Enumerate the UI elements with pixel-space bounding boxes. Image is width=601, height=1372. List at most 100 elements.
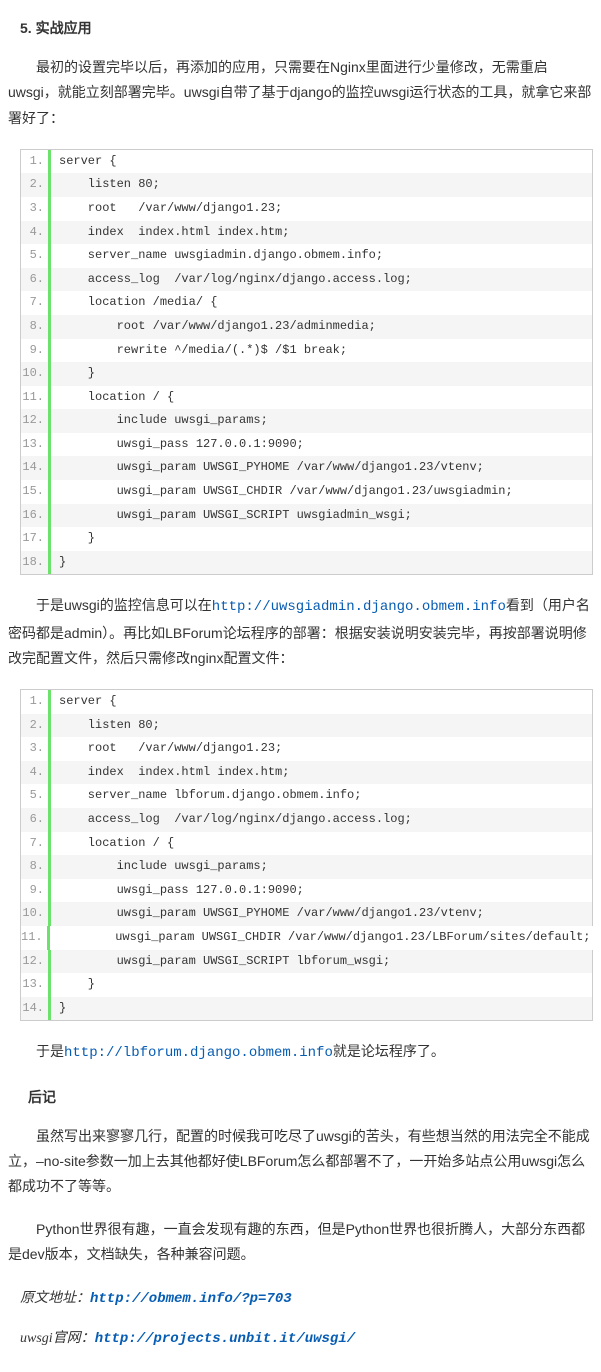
paragraph-2: 于是uwsgi的监控信息可以在http://uwsgiadmin.django.… — [8, 593, 593, 671]
line-number: 9. — [21, 879, 51, 903]
code-text: } — [51, 551, 592, 575]
uwsgi-official-link[interactable]: http://projects.unbit.it/uwsgi/ — [95, 1331, 355, 1347]
code-text: uwsgi_pass 127.0.0.1:9090; — [51, 879, 592, 903]
line-number: 1. — [21, 150, 51, 174]
code-text: uwsgi_param UWSGI_SCRIPT uwsgiadmin_wsgi… — [51, 504, 592, 528]
code-text: include uwsgi_params; — [51, 855, 592, 879]
line-number: 7. — [21, 291, 51, 315]
line-number: 18. — [21, 551, 51, 575]
code-line: 14.} — [21, 997, 592, 1021]
line-number: 14. — [21, 456, 51, 480]
line-number: 15. — [21, 480, 51, 504]
code-text: root /var/www/django1.23/adminmedia; — [51, 315, 592, 339]
line-number: 1. — [21, 690, 51, 714]
code-line: 1.server { — [21, 150, 592, 174]
reference-official: uwsgi官网：http://projects.unbit.it/uwsgi/ — [20, 1326, 593, 1352]
code-text: index index.html index.htm; — [51, 761, 592, 785]
code-text: location /media/ { — [51, 291, 592, 315]
line-number: 3. — [21, 197, 51, 221]
original-url-link[interactable]: http://obmem.info/?p=703 — [90, 1291, 292, 1307]
code-text: server_name lbforum.django.obmem.info; — [51, 784, 592, 808]
code-line: 9. rewrite ^/media/(.*)$ /$1 break; — [21, 339, 592, 363]
paragraph-4: 虽然写出来寥寥几行，配置的时候我可吃尽了uwsgi的苦头，有些想当然的用法完全不… — [8, 1124, 593, 1200]
line-number: 8. — [21, 315, 51, 339]
paragraph-5: Python世界很有趣，一直会发现有趣的东西，但是Python世界也很折腾人，大… — [8, 1217, 593, 1267]
line-number: 13. — [21, 433, 51, 457]
line-number: 12. — [21, 409, 51, 433]
code-text: listen 80; — [51, 714, 592, 738]
forum-link[interactable]: http://lbforum.django.obmem.info — [64, 1045, 333, 1061]
line-number: 4. — [21, 761, 51, 785]
code-text: access_log /var/log/nginx/django.access.… — [51, 808, 592, 832]
code-text: } — [51, 527, 592, 551]
code-text: } — [51, 362, 592, 386]
code-text: server { — [51, 150, 592, 174]
line-number: 7. — [21, 832, 51, 856]
code-text: server_name uwsgiadmin.django.obmem.info… — [51, 244, 592, 268]
code-text: } — [51, 973, 592, 997]
code-line: 18.} — [21, 551, 592, 575]
code-text: include uwsgi_params; — [51, 409, 592, 433]
code-text: location / { — [51, 386, 592, 410]
code-text: uwsgi_param UWSGI_PYHOME /var/www/django… — [51, 456, 592, 480]
code-line: 2. listen 80; — [21, 173, 592, 197]
line-number: 2. — [21, 714, 51, 738]
line-number: 8. — [21, 855, 51, 879]
reference-original: 原文地址：http://obmem.info/?p=703 — [20, 1286, 593, 1312]
line-number: 17. — [21, 527, 51, 551]
code-text: index index.html index.htm; — [51, 221, 592, 245]
line-number: 13. — [21, 973, 51, 997]
code-block-1: 1.server {2. listen 80;3. root /var/www/… — [20, 149, 593, 576]
line-number: 11. — [21, 926, 50, 950]
line-number: 4. — [21, 221, 51, 245]
code-line: 3. root /var/www/django1.23; — [21, 737, 592, 761]
text: 于是 — [36, 1043, 64, 1059]
code-line: 7. location / { — [21, 832, 592, 856]
code-line: 11. uwsgi_param UWSGI_CHDIR /var/www/dja… — [21, 926, 592, 950]
postscript-heading: 后记 — [28, 1085, 593, 1110]
code-line: 10. uwsgi_param UWSGI_PYHOME /var/www/dj… — [21, 902, 592, 926]
code-text: location / { — [51, 832, 592, 856]
monitor-link[interactable]: http://uwsgiadmin.django.obmem.info — [212, 599, 506, 615]
line-number: 2. — [21, 173, 51, 197]
code-line: 4. index index.html index.htm; — [21, 761, 592, 785]
code-text: access_log /var/log/nginx/django.access.… — [51, 268, 592, 292]
code-line: 5. server_name lbforum.django.obmem.info… — [21, 784, 592, 808]
code-line: 9. uwsgi_pass 127.0.0.1:9090; — [21, 879, 592, 903]
line-number: 12. — [21, 950, 51, 974]
code-text: uwsgi_param UWSGI_SCRIPT lbforum_wsgi; — [51, 950, 592, 974]
code-block-2: 1.server {2. listen 80;3. root /var/www/… — [20, 689, 593, 1021]
code-text: uwsgi_param UWSGI_PYHOME /var/www/django… — [51, 902, 592, 926]
code-text: uwsgi_param UWSGI_CHDIR /var/www/django1… — [50, 926, 599, 950]
code-line: 14. uwsgi_param UWSGI_PYHOME /var/www/dj… — [21, 456, 592, 480]
code-line: 4. index index.html index.htm; — [21, 221, 592, 245]
ref-label: uwsgi官网： — [20, 1331, 95, 1346]
code-line: 12. include uwsgi_params; — [21, 409, 592, 433]
code-line: 8. root /var/www/django1.23/adminmedia; — [21, 315, 592, 339]
line-number: 6. — [21, 808, 51, 832]
code-line: 13. uwsgi_pass 127.0.0.1:9090; — [21, 433, 592, 457]
code-line: 5. server_name uwsgiadmin.django.obmem.i… — [21, 244, 592, 268]
line-number: 5. — [21, 784, 51, 808]
code-text: uwsgi_param UWSGI_CHDIR /var/www/django1… — [51, 480, 592, 504]
code-line: 17. } — [21, 527, 592, 551]
line-number: 10. — [21, 902, 51, 926]
code-line: 1.server { — [21, 690, 592, 714]
code-line: 7. location /media/ { — [21, 291, 592, 315]
code-text: listen 80; — [51, 173, 592, 197]
intro-paragraph-1: 最初的设置完毕以后，再添加的应用，只需要在Nginx里面进行少量修改，无需重启u… — [8, 55, 593, 131]
line-number: 11. — [21, 386, 51, 410]
line-number: 16. — [21, 504, 51, 528]
line-number: 5. — [21, 244, 51, 268]
line-number: 14. — [21, 997, 51, 1021]
paragraph-3: 于是http://lbforum.django.obmem.info就是论坛程序… — [8, 1039, 593, 1066]
code-line: 2. listen 80; — [21, 714, 592, 738]
code-line: 3. root /var/www/django1.23; — [21, 197, 592, 221]
line-number: 9. — [21, 339, 51, 363]
code-line: 15. uwsgi_param UWSGI_CHDIR /var/www/dja… — [21, 480, 592, 504]
code-text: rewrite ^/media/(.*)$ /$1 break; — [51, 339, 592, 363]
code-line: 8. include uwsgi_params; — [21, 855, 592, 879]
code-text: root /var/www/django1.23; — [51, 197, 592, 221]
section-heading: 5. 实战应用 — [20, 16, 593, 41]
code-line: 10. } — [21, 362, 592, 386]
